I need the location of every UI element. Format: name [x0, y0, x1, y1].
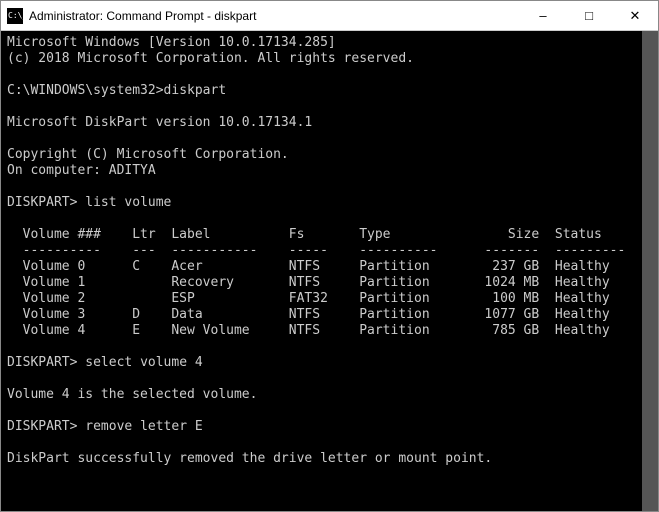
os-version-line: Microsoft Windows [Version 10.0.17134.28…	[7, 35, 336, 50]
shell-command: diskpart	[164, 83, 227, 98]
minimize-button[interactable]: –	[520, 1, 566, 31]
diskpart-cmd-list: list volume	[85, 195, 171, 210]
scrollbar-thumb[interactable]	[642, 31, 658, 511]
diskpart-computer: On computer: ADITYA	[7, 163, 156, 178]
copyright-line: (c) 2018 Microsoft Corporation. All righ…	[7, 51, 414, 66]
diskpart-cmd-select: select volume 4	[85, 355, 202, 370]
diskpart-prompt: DISKPART>	[7, 195, 85, 210]
terminal-output[interactable]: Microsoft Windows [Version 10.0.17134.28…	[1, 31, 658, 511]
shell-prompt: C:\WINDOWS\system32>	[7, 83, 164, 98]
diskpart-copyright: Copyright (C) Microsoft Corporation.	[7, 147, 289, 162]
diskpart-version: Microsoft DiskPart version 10.0.17134.1	[7, 115, 312, 130]
diskpart-cmd-remove: remove letter E	[85, 419, 202, 434]
window-controls: – □ ✕	[520, 1, 658, 31]
cmd-icon	[7, 8, 23, 24]
maximize-button[interactable]: □	[566, 1, 612, 31]
volume-table: Volume ### Ltr Label Fs Type Size Status…	[7, 227, 658, 338]
window-titlebar: Administrator: Command Prompt - diskpart…	[1, 1, 658, 31]
remove-result: DiskPart successfully removed the drive …	[7, 451, 492, 466]
close-button[interactable]: ✕	[612, 1, 658, 31]
window-title: Administrator: Command Prompt - diskpart	[29, 9, 520, 23]
scrollbar-track[interactable]	[642, 31, 658, 511]
diskpart-prompt: DISKPART>	[7, 419, 85, 434]
select-result: Volume 4 is the selected volume.	[7, 387, 257, 402]
diskpart-prompt: DISKPART>	[7, 355, 85, 370]
